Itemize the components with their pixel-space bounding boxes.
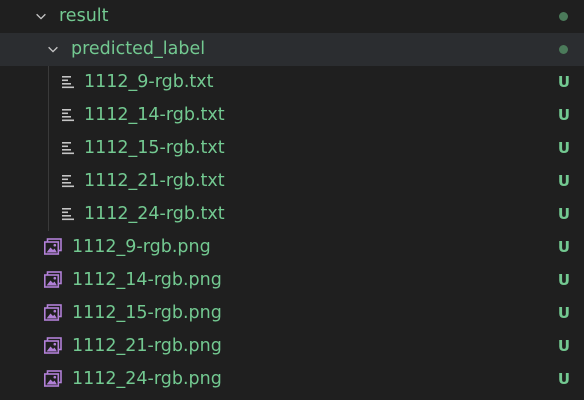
tree-file-txt-1[interactable]: 1112_9-rgb.txt U: [0, 66, 584, 99]
image-file-icon: [44, 337, 62, 354]
folder-label-result: result: [59, 6, 109, 26]
modified-dot-icon: [559, 45, 568, 54]
tree-file-txt-2[interactable]: 1112_14-rgb.txt U: [0, 99, 584, 132]
tree-file-txt-3[interactable]: 1112_15-rgb.txt U: [0, 132, 584, 165]
text-file-icon: [62, 109, 74, 122]
tree-file-png-3[interactable]: 1112_15-rgb.png U: [0, 297, 584, 330]
file-explorer-tree: result predicted_label 1112_9-rgb.txt U …: [0, 0, 584, 400]
untracked-badge: U: [557, 271, 570, 289]
tree-file-txt-5[interactable]: 1112_24-rgb.txt U: [0, 198, 584, 231]
untracked-badge: U: [557, 304, 570, 322]
text-file-icon: [62, 142, 74, 155]
text-file-icon: [62, 208, 74, 221]
modified-dot-icon: [559, 12, 568, 21]
image-file-icon: [44, 304, 62, 321]
file-label: 1112_24-rgb.png: [72, 369, 222, 389]
file-label: 1112_21-rgb.png: [72, 336, 222, 356]
tree-file-png-4[interactable]: 1112_21-rgb.png U: [0, 330, 584, 363]
untracked-badge: U: [557, 205, 570, 223]
file-label: 1112_14-rgb.txt: [84, 105, 225, 125]
untracked-badge: U: [557, 337, 570, 355]
untracked-badge: U: [557, 238, 570, 256]
tree-file-png-2[interactable]: 1112_14-rgb.png U: [0, 264, 584, 297]
folder-label-predicted-label: predicted_label: [71, 39, 206, 59]
file-label: 1112_14-rgb.png: [72, 270, 222, 290]
image-file-icon: [44, 370, 62, 387]
file-label: 1112_15-rgb.png: [72, 303, 222, 323]
untracked-badge: U: [557, 73, 570, 91]
image-file-icon: [44, 271, 62, 288]
file-label: 1112_21-rgb.txt: [84, 171, 225, 191]
image-file-icon: [44, 238, 62, 255]
untracked-badge: U: [557, 172, 570, 190]
file-label: 1112_9-rgb.txt: [84, 72, 214, 92]
tree-file-png-5[interactable]: 1112_24-rgb.png U: [0, 363, 584, 396]
chevron-down-icon[interactable]: [34, 9, 48, 23]
tree-file-txt-4[interactable]: 1112_21-rgb.txt U: [0, 165, 584, 198]
tree-folder-predicted-label[interactable]: predicted_label: [0, 33, 584, 66]
untracked-badge: U: [557, 106, 570, 124]
text-file-icon: [62, 76, 74, 89]
tree-folder-result[interactable]: result: [0, 0, 584, 33]
untracked-badge: U: [557, 139, 570, 157]
text-file-icon: [62, 175, 74, 188]
untracked-badge: U: [557, 370, 570, 388]
file-label: 1112_24-rgb.txt: [84, 204, 225, 224]
tree-file-png-1[interactable]: 1112_9-rgb.png U: [0, 231, 584, 264]
file-label: 1112_9-rgb.png: [72, 237, 211, 257]
chevron-down-icon[interactable]: [46, 42, 60, 56]
file-label: 1112_15-rgb.txt: [84, 138, 225, 158]
